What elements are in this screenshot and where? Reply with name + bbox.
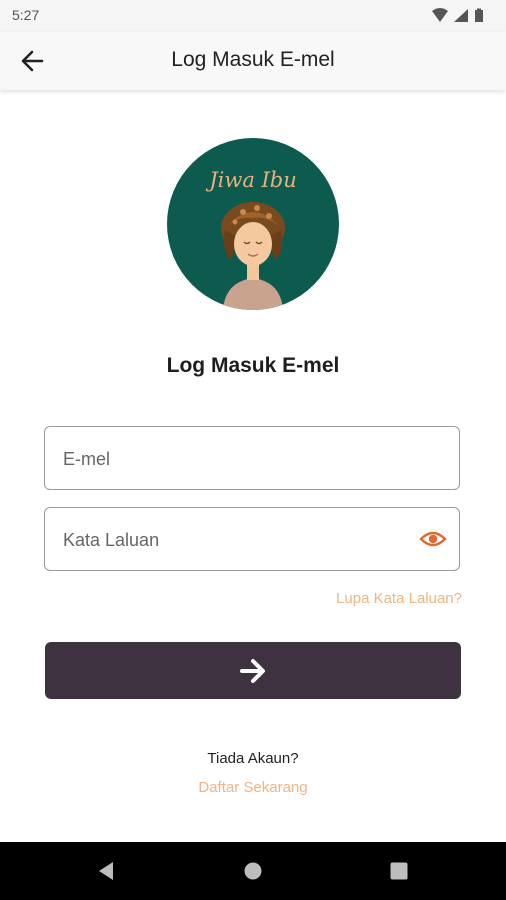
system-nav-bar (0, 842, 506, 900)
no-account-text: Tiada Akaun? (207, 750, 299, 767)
status-icons (430, 7, 494, 25)
app-logo: Jiwa Ibu (167, 138, 339, 310)
logo-text: Jiwa Ibu (209, 168, 297, 192)
email-input[interactable] (61, 427, 405, 491)
arrow-right-icon (240, 659, 265, 683)
battery-icon (475, 8, 483, 22)
eye-icon[interactable] (419, 527, 447, 551)
status-time: 5:27 (12, 7, 40, 23)
app-bar: Log Masuk E-mel (0, 32, 506, 90)
register-link[interactable]: Daftar Sekarang (0, 779, 506, 796)
nav-recents-icon[interactable] (390, 862, 408, 880)
nav-home-icon[interactable] (244, 862, 262, 880)
password-field[interactable] (44, 507, 460, 572)
page-heading: Log Masuk E-mel (166, 354, 340, 377)
signal-icon (454, 9, 468, 22)
forgot-password-link[interactable]: Lupa Kata Laluan? (336, 590, 462, 607)
email-field[interactable] (44, 426, 460, 491)
mother-illustration (221, 202, 285, 310)
nav-back-icon[interactable] (97, 861, 115, 881)
app-bar-title: Log Masuk E-mel (171, 48, 335, 71)
login-submit-button[interactable] (45, 642, 461, 699)
status-bar: 5:27 (0, 0, 506, 32)
wifi-icon (432, 8, 448, 22)
password-input[interactable] (61, 508, 405, 572)
